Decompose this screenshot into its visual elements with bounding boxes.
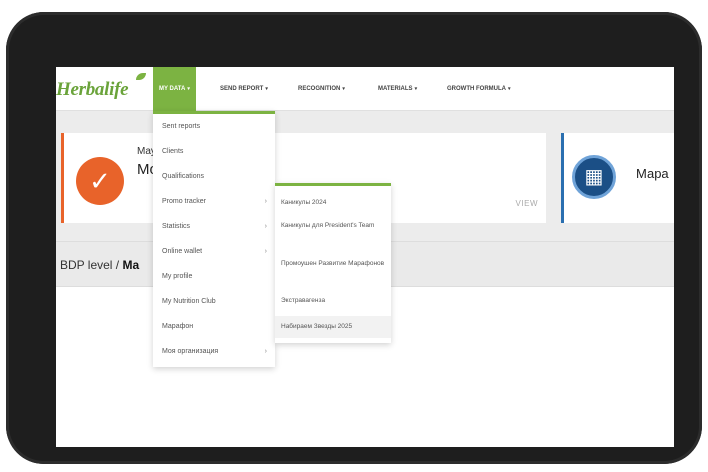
menu-item-label: Clients bbox=[162, 148, 184, 155]
submenu-item-stars-2025[interactable]: Набираем Звезды 2025 bbox=[275, 316, 391, 338]
chevron-down-icon: ▾ bbox=[187, 86, 190, 92]
level-prefix: BDP level / bbox=[60, 258, 123, 272]
menu-item-label: My profile bbox=[162, 273, 193, 280]
screen: Herbalife MY DATA ▾ SEND REPORT ▾ RECOGNIT… bbox=[56, 67, 674, 447]
card-title: Мара bbox=[636, 166, 669, 181]
menu-item-online-wallet[interactable]: Online wallet › bbox=[153, 239, 275, 264]
submenu-item-marathon-promo[interactable]: Промоушен Развитие Марафонов bbox=[275, 256, 391, 280]
top-navbar: Herbalife MY DATA ▾ SEND REPORT ▾ RECOGNIT… bbox=[56, 67, 674, 111]
nav-growth-formula[interactable]: GROWTH FORMULA ▾ bbox=[447, 67, 511, 111]
level-text: BDP level / Ma bbox=[60, 258, 139, 272]
menu-item-my-profile[interactable]: My profile bbox=[153, 264, 275, 289]
menu-item-label: Sent reports bbox=[162, 123, 201, 130]
menu-item-nutrition-club[interactable]: My Nutrition Club bbox=[153, 289, 275, 314]
submenu-item-label: Промоушен Развитие Марафонов bbox=[281, 260, 385, 267]
menu-item-qualifications[interactable]: Qualifications bbox=[153, 164, 275, 189]
menu-item-label: Statistics bbox=[162, 223, 191, 230]
level-value: Ma bbox=[122, 258, 140, 272]
menu-item-label: Марафон bbox=[162, 323, 194, 330]
submenu-item-presidents-team[interactable]: Каникулы для President's Team bbox=[275, 218, 391, 242]
nav-label: GROWTH FORMULA bbox=[447, 86, 506, 92]
menu-item-marathon[interactable]: Марафон bbox=[153, 314, 275, 339]
chevron-right-icon: › bbox=[264, 248, 267, 255]
marathon-medal-card: ▦ Мара bbox=[561, 133, 674, 223]
menu-item-label: Qualifications bbox=[162, 173, 205, 180]
leaf-icon bbox=[136, 73, 146, 80]
menu-item-label: My Nutrition Club bbox=[162, 298, 216, 305]
tablet-frame: Herbalife MY DATA ▾ SEND REPORT ▾ RECOGNIT… bbox=[6, 12, 702, 464]
menu-item-label: Promo tracker bbox=[162, 198, 206, 205]
nav-materials[interactable]: MATERIALS ▾ bbox=[378, 67, 417, 111]
submenu-item-holidays-2024[interactable]: Каникулы 2024 bbox=[275, 194, 391, 212]
menu-item-my-organization[interactable]: Моя организация › bbox=[153, 339, 275, 364]
nav-label: RECOGNITION bbox=[298, 86, 341, 92]
nav-recognition[interactable]: RECOGNITION ▾ bbox=[298, 67, 345, 111]
submenu-item-label: Экстравагенза bbox=[281, 297, 326, 304]
medal-icon: ▦ bbox=[572, 155, 616, 199]
submenu-item-label: Каникулы для President's Team bbox=[281, 222, 375, 229]
herbalife-logo[interactable]: Herbalife bbox=[56, 79, 129, 101]
submenu-item-label: Каникулы 2024 bbox=[281, 199, 327, 206]
view-link[interactable]: VIEW bbox=[516, 199, 538, 208]
menu-item-promo-tracker[interactable]: Promo tracker › bbox=[153, 189, 275, 214]
chevron-right-icon: › bbox=[264, 223, 267, 230]
chevron-right-icon: › bbox=[264, 198, 267, 205]
chevron-right-icon: › bbox=[264, 348, 267, 355]
nav-label: SEND REPORT bbox=[220, 86, 264, 92]
menu-item-label: Моя организация bbox=[162, 348, 219, 355]
chevron-down-icon: ▾ bbox=[414, 86, 418, 92]
nav-my-data[interactable]: MY DATA ▾ bbox=[153, 67, 196, 111]
nav-label: MY DATA bbox=[159, 86, 186, 92]
chevron-down-icon: ▾ bbox=[342, 86, 345, 92]
menu-item-clients[interactable]: Clients bbox=[153, 139, 275, 164]
menu-item-sent-reports[interactable]: Sent reports bbox=[153, 114, 275, 139]
check-icon: ✓ bbox=[76, 157, 124, 205]
promo-tracker-submenu: Каникулы 2024 Каникулы для President's T… bbox=[275, 183, 391, 343]
chevron-down-icon: ▾ bbox=[508, 86, 511, 92]
submenu-item-label: Набираем Звезды 2025 bbox=[281, 323, 353, 330]
submenu-item-extravaganza[interactable]: Экстравагенза bbox=[275, 292, 391, 310]
menu-item-statistics[interactable]: Statistics › bbox=[153, 214, 275, 239]
my-data-dropdown: Sent reports Clients Qualifications Prom… bbox=[153, 111, 275, 367]
chevron-down-icon: ▾ bbox=[265, 86, 268, 92]
nav-label: MATERIALS bbox=[378, 86, 413, 92]
nav-send-report[interactable]: SEND REPORT ▾ bbox=[220, 67, 268, 111]
menu-item-label: Online wallet bbox=[162, 248, 203, 255]
